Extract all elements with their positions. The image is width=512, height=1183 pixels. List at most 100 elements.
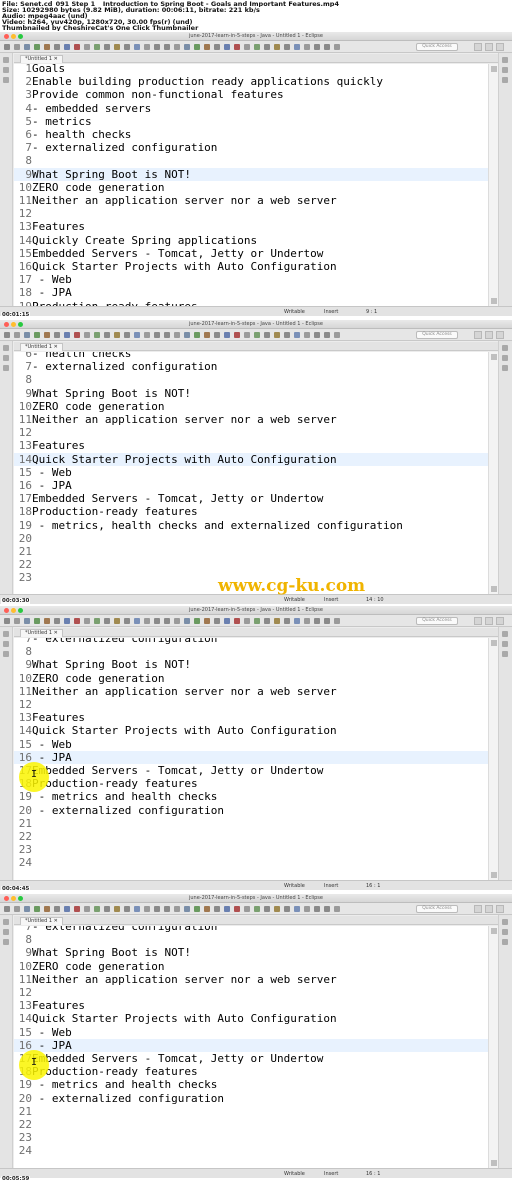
editor-line[interactable]: 15 - Web <box>14 1026 488 1039</box>
perspective-switch-icon[interactable] <box>485 331 493 339</box>
toolbar-action-icon[interactable] <box>294 44 300 50</box>
view-restore-icon[interactable] <box>3 641 9 647</box>
view-restore-icon[interactable] <box>3 355 9 361</box>
vertical-scrollbar[interactable] <box>488 352 498 594</box>
toolbar-action-icon[interactable] <box>274 44 280 50</box>
editor-line[interactable]: 20 - externalized configuration <box>14 1092 488 1105</box>
toolbar-action-icon[interactable] <box>154 618 160 624</box>
toolbar-action-icon[interactable] <box>114 618 120 624</box>
text-editor[interactable]: 7- externalized configuration 8 9What Spri… <box>14 926 498 1168</box>
editor-line[interactable]: 18Production-ready features <box>14 505 488 518</box>
editor-line[interactable]: 8 <box>14 154 488 167</box>
toolbar-action-icon[interactable] <box>44 906 50 912</box>
view-restore-icon[interactable] <box>502 651 508 657</box>
toolbar-action-icon[interactable] <box>304 44 310 50</box>
view-restore-icon[interactable] <box>3 939 9 945</box>
toolbar-action-icon[interactable] <box>24 44 30 50</box>
toolbar-action-icon[interactable] <box>74 332 80 338</box>
editor-line[interactable]: 13Features <box>14 439 488 452</box>
editor-line[interactable]: 12 <box>14 426 488 439</box>
toolbar-action-icon[interactable] <box>54 618 60 624</box>
toolbar-action-icon[interactable] <box>324 906 330 912</box>
editor-line[interactable]: 20 <box>14 532 488 545</box>
editor-line[interactable]: 13Features <box>14 711 488 724</box>
editor-line[interactable]: 8 <box>14 645 488 658</box>
view-restore-icon[interactable] <box>502 365 508 371</box>
toolbar-action-icon[interactable] <box>164 44 170 50</box>
toolbar-action-icon[interactable] <box>294 618 300 624</box>
toolbar-action-icon[interactable] <box>204 618 210 624</box>
toolbar-action-icon[interactable] <box>74 906 80 912</box>
scroll-down-icon[interactable] <box>491 298 497 304</box>
toolbar-action-icon[interactable] <box>214 906 220 912</box>
toolbar-action-icon[interactable] <box>44 44 50 50</box>
toolbar-action-icon[interactable] <box>244 332 250 338</box>
toolbar-action-icon[interactable] <box>274 618 280 624</box>
toolbar-action-icon[interactable] <box>94 618 100 624</box>
view-restore-icon[interactable] <box>502 919 508 925</box>
toolbar-action-icon[interactable] <box>134 332 140 338</box>
toolbar-action-icon[interactable] <box>104 44 110 50</box>
toolbar-action-icon[interactable] <box>224 618 230 624</box>
toolbar-action-icon[interactable] <box>64 44 70 50</box>
editor-line[interactable]: 16 - JPA <box>14 1038 488 1052</box>
toolbar-action-icon[interactable] <box>284 618 290 624</box>
toolbar-action-icon[interactable] <box>124 906 130 912</box>
view-restore-icon[interactable] <box>3 67 9 73</box>
toolbar-action-icon[interactable] <box>264 332 270 338</box>
toolbar-action-icon[interactable] <box>334 906 340 912</box>
toolbar-action-icon[interactable] <box>54 332 60 338</box>
perspective-switch-icon[interactable] <box>474 617 482 625</box>
editor-line[interactable]: 21 <box>14 817 488 830</box>
editor-line[interactable]: 15 - Web <box>14 738 488 751</box>
editor-line[interactable]: 19 - metrics, health checks and external… <box>14 519 488 532</box>
scroll-down-icon[interactable] <box>491 1160 497 1166</box>
toolbar-action-icon[interactable] <box>234 44 240 50</box>
editor-line[interactable]: 11Neither an application server nor a we… <box>14 413 488 426</box>
toolbar-action-icon[interactable] <box>244 44 250 50</box>
view-restore-icon[interactable] <box>502 57 508 63</box>
view-restore-icon[interactable] <box>3 345 9 351</box>
editor-line[interactable]: 11Neither an application server nor a we… <box>14 973 488 986</box>
toolbar-action-icon[interactable] <box>34 44 40 50</box>
editor-line[interactable]: 14Quick Starter Projects with Auto Confi… <box>14 724 488 737</box>
editor-line[interactable]: 12 <box>14 207 488 220</box>
toolbar-action-icon[interactable] <box>274 332 280 338</box>
toolbar-action-icon[interactable] <box>234 332 240 338</box>
tab-untitled-1[interactable]: *Untitled 1 ✕ <box>20 343 63 351</box>
toolbar-action-icon[interactable] <box>204 44 210 50</box>
editor-line[interactable]: 11Neither an application server nor a we… <box>14 194 488 207</box>
toolbar-action-icon[interactable] <box>134 44 140 50</box>
editor-line[interactable]: 17Embedded Servers - Tomcat, Jetty or Un… <box>14 764 488 777</box>
view-restore-icon[interactable] <box>3 631 9 637</box>
toolbar-action-icon[interactable] <box>314 332 320 338</box>
toolbar-action-icon[interactable] <box>24 618 30 624</box>
view-restore-icon[interactable] <box>3 57 9 63</box>
toolbar-action-icon[interactable] <box>324 618 330 624</box>
toolbar-action-icon[interactable] <box>84 618 90 624</box>
perspective-switch-icon[interactable] <box>474 905 482 913</box>
scroll-down-icon[interactable] <box>491 586 497 592</box>
toolbar-action-icon[interactable] <box>304 332 310 338</box>
toolbar-action-icon[interactable] <box>254 618 260 624</box>
toolbar-action-icon[interactable] <box>54 44 60 50</box>
scroll-up-icon[interactable] <box>491 354 497 360</box>
editor-line[interactable]: 24 <box>14 856 488 869</box>
toolbar-action-icon[interactable] <box>124 44 130 50</box>
toolbar-action-icon[interactable] <box>184 332 190 338</box>
vertical-scrollbar[interactable] <box>488 638 498 880</box>
toolbar-action-icon[interactable] <box>204 906 210 912</box>
view-restore-icon[interactable] <box>502 631 508 637</box>
toolbar-action-icon[interactable] <box>254 44 260 50</box>
toolbar-action-icon[interactable] <box>144 618 150 624</box>
toolbar-action-icon[interactable] <box>4 618 10 624</box>
quick-access-input[interactable]: Quick Access <box>416 43 458 51</box>
quick-access-input[interactable]: Quick Access <box>416 331 458 339</box>
toolbar-action-icon[interactable] <box>14 906 20 912</box>
toolbar-action-icon[interactable] <box>84 906 90 912</box>
toolbar-action-icon[interactable] <box>164 618 170 624</box>
toolbar-action-icon[interactable] <box>174 332 180 338</box>
editor-line[interactable]: 3Provide common non-functional features <box>14 88 488 101</box>
text-editor[interactable]: 1Goals 2Enable building production ready … <box>14 64 498 306</box>
view-restore-icon[interactable] <box>3 919 9 925</box>
